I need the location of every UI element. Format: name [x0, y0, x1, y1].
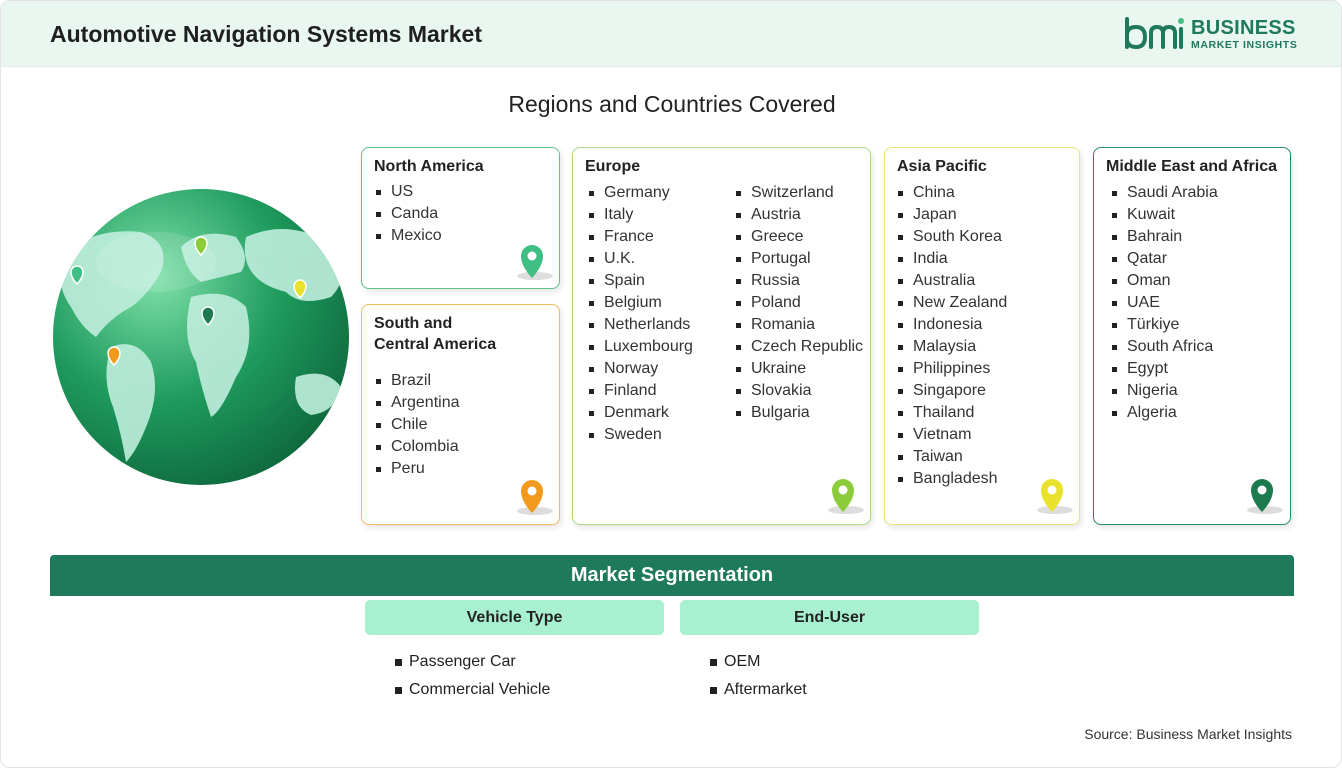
segment-item: Passenger Car — [395, 648, 550, 676]
location-pin-icon — [828, 479, 864, 514]
country-item: Portugal — [734, 248, 863, 270]
header: Automotive Navigation Systems Market BUS… — [1, 1, 1341, 67]
country-list: US Canda Mexico — [374, 181, 442, 247]
country-item: Sweden — [587, 424, 693, 446]
country-item: Russia — [734, 270, 863, 292]
country-item: Brazil — [374, 370, 460, 392]
segment-header-end-user: End-User — [680, 600, 979, 635]
region-title: North America — [374, 158, 484, 175]
source-note: Source: Business Market Insights — [1084, 726, 1292, 742]
globe-illustration — [53, 189, 349, 485]
region-card-europe: Europe Germany Italy France U.K. Spain B… — [572, 147, 871, 525]
location-pin-icon — [1037, 479, 1073, 514]
country-item: Luxembourg — [587, 336, 693, 358]
logo-text-business: BUSINESS — [1191, 17, 1296, 39]
country-item: Nigeria — [1110, 380, 1218, 402]
country-item: UAE — [1110, 292, 1218, 314]
country-item: Bangladesh — [896, 468, 1007, 490]
country-item: South Africa — [1110, 336, 1218, 358]
country-item: Denmark — [587, 402, 693, 424]
location-pin-icon — [517, 245, 553, 280]
country-item: Kuwait — [1110, 204, 1218, 226]
country-item: Indonesia — [896, 314, 1007, 336]
country-item: Japan — [896, 204, 1007, 226]
country-item: Taiwan — [896, 446, 1007, 468]
market-segmentation-banner: Market Segmentation — [50, 555, 1294, 596]
regions-section-title: Regions and Countries Covered — [508, 91, 836, 117]
country-item: Belgium — [587, 292, 693, 314]
segment-header-vehicle-type: Vehicle Type — [365, 600, 664, 635]
country-item: Oman — [1110, 270, 1218, 292]
country-item: Argentina — [374, 392, 460, 414]
region-title: Asia Pacific — [897, 158, 987, 175]
company-logo: BUSINESS MARKET INSIGHTS — [1121, 15, 1301, 55]
country-item: US — [374, 181, 442, 203]
country-item: India — [896, 248, 1007, 270]
segment-item: Commercial Vehicle — [395, 676, 550, 704]
location-pin-icon — [1247, 479, 1283, 514]
country-item: Ukraine — [734, 358, 863, 380]
country-item: New Zealand — [896, 292, 1007, 314]
region-card-south-central-america: South and Central America Brazil Argenti… — [361, 304, 560, 525]
country-item: Germany — [587, 182, 693, 204]
country-item: Austria — [734, 204, 863, 226]
region-card-asia-pacific: Asia Pacific China Japan South Korea Ind… — [884, 147, 1080, 525]
bmi-logo-icon — [1125, 17, 1184, 50]
country-item: Australia — [896, 270, 1007, 292]
region-card-north-america: North America US Canda Mexico — [361, 147, 560, 289]
country-item: Algeria — [1110, 402, 1218, 424]
country-list-col1: Germany Italy France U.K. Spain Belgium … — [587, 182, 693, 446]
region-title: Europe — [585, 158, 641, 175]
segment-list-end-user: OEM Aftermarket — [710, 648, 807, 704]
country-item: U.K. — [587, 248, 693, 270]
country-item: Poland — [734, 292, 863, 314]
country-item: South Korea — [896, 226, 1007, 248]
page-title: Automotive Navigation Systems Market — [50, 21, 483, 47]
country-item: Netherlands — [587, 314, 693, 336]
country-item: Colombia — [374, 436, 460, 458]
country-item: Singapore — [896, 380, 1007, 402]
country-item: Chile — [374, 414, 460, 436]
country-list: China Japan South Korea India Australia … — [896, 182, 1007, 490]
country-item: Bulgaria — [734, 402, 863, 424]
country-item: Canda — [374, 203, 442, 225]
infographic-frame: Automotive Navigation Systems Market BUS… — [0, 0, 1342, 768]
location-pin-icon — [517, 480, 553, 515]
country-item: Peru — [374, 458, 460, 480]
country-list-col2: Switzerland Austria Greece Portugal Russ… — [734, 182, 863, 424]
segment-item: OEM — [710, 648, 807, 676]
country-item: Norway — [587, 358, 693, 380]
country-item: France — [587, 226, 693, 248]
region-title: Middle East and Africa — [1106, 158, 1277, 175]
country-item: Finland — [587, 380, 693, 402]
segment-list-vehicle-type: Passenger Car Commercial Vehicle — [395, 648, 550, 704]
country-item: Italy — [587, 204, 693, 226]
country-item: Türkiye — [1110, 314, 1218, 336]
country-item: Greece — [734, 226, 863, 248]
country-list: Brazil Argentina Chile Colombia Peru — [374, 370, 460, 480]
country-item: Vietnam — [896, 424, 1007, 446]
logo-text-market-insights: MARKET INSIGHTS — [1191, 39, 1298, 51]
segment-item: Aftermarket — [710, 676, 807, 704]
country-item: Saudi Arabia — [1110, 182, 1218, 204]
country-item: Egypt — [1110, 358, 1218, 380]
country-list: Saudi Arabia Kuwait Bahrain Qatar Oman U… — [1110, 182, 1218, 424]
region-card-middle-east-africa: Middle East and Africa Saudi Arabia Kuwa… — [1093, 147, 1291, 525]
country-item: Philippines — [896, 358, 1007, 380]
country-item: Spain — [587, 270, 693, 292]
country-item: Malaysia — [896, 336, 1007, 358]
country-item: Romania — [734, 314, 863, 336]
country-item: Switzerland — [734, 182, 863, 204]
country-item: Qatar — [1110, 248, 1218, 270]
country-item: Czech Republic — [734, 336, 863, 358]
region-title: South and Central America — [374, 315, 497, 353]
country-item: Slovakia — [734, 380, 863, 402]
country-item: Thailand — [896, 402, 1007, 424]
country-item: Bahrain — [1110, 226, 1218, 248]
country-item: China — [896, 182, 1007, 204]
country-item: Mexico — [374, 225, 442, 247]
